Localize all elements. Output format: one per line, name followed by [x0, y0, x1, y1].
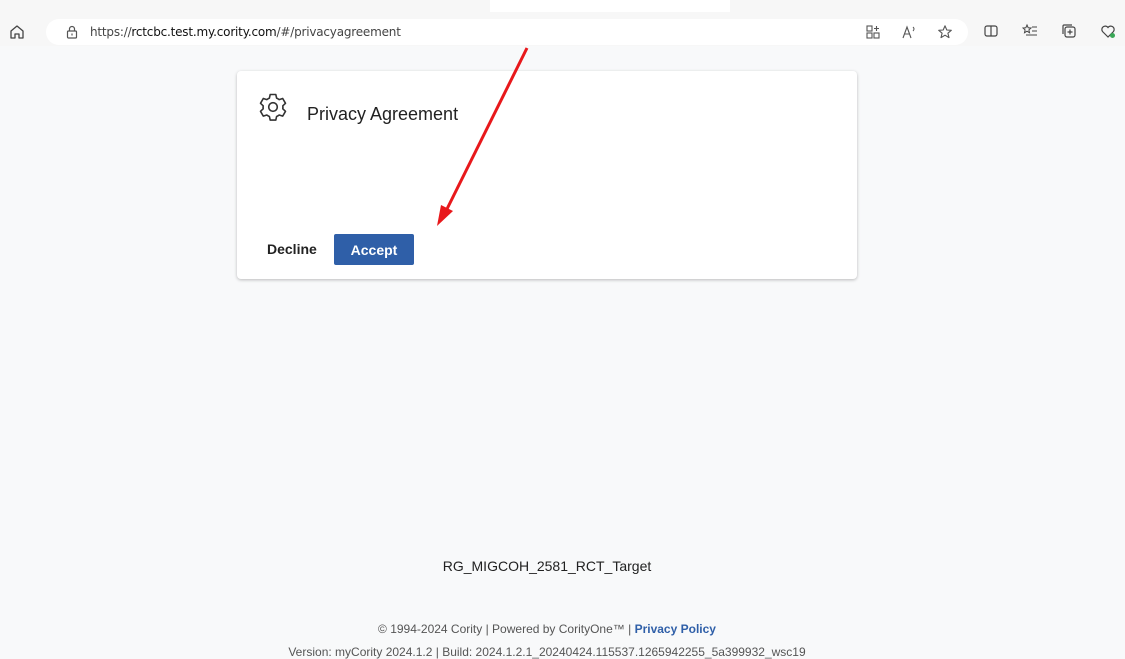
- read-aloud-icon[interactable]: [900, 23, 918, 41]
- collections-icon[interactable]: [1060, 22, 1078, 40]
- home-icon: [10, 25, 24, 39]
- gear-icon: [259, 93, 287, 121]
- copyright-text: © 1994-2024 Cority | Powered by CorityOn…: [378, 622, 632, 636]
- decline-button[interactable]: Decline: [257, 234, 327, 264]
- lock-icon[interactable]: [64, 24, 80, 40]
- favorites-list-icon[interactable]: [1021, 22, 1039, 40]
- apps-icon[interactable]: [864, 23, 882, 41]
- url-path: /#/privacyagreement: [276, 25, 401, 39]
- browser-toolbar: https://rctcbc.test.my.cority.com/#/priv…: [0, 0, 1125, 46]
- url-host: rctcbc.test.my.cority.com: [131, 25, 277, 39]
- accept-button[interactable]: Accept: [334, 234, 414, 265]
- url-text[interactable]: https://rctcbc.test.my.cority.com/#/priv…: [90, 25, 401, 39]
- url-scheme: https://: [90, 25, 132, 39]
- split-screen-icon[interactable]: [982, 22, 1000, 40]
- home-button[interactable]: [6, 21, 28, 43]
- address-bar[interactable]: https://rctcbc.test.my.cority.com/#/priv…: [46, 19, 968, 45]
- favorite-star-icon[interactable]: [936, 23, 954, 41]
- active-tab-edge: [490, 0, 730, 12]
- dialog-title: Privacy Agreement: [307, 104, 459, 124]
- privacy-agreement-card: Privacy Agreement Decline Accept: [237, 71, 857, 279]
- environment-name: RG_MIGCOH_2581_RCT_Target: [442, 558, 652, 574]
- footer: © 1994-2024 Cority | Powered by CorityOn…: [0, 622, 1094, 636]
- browser-essentials-icon[interactable]: [1099, 22, 1117, 40]
- privacy-policy-link[interactable]: Privacy Policy: [635, 622, 716, 636]
